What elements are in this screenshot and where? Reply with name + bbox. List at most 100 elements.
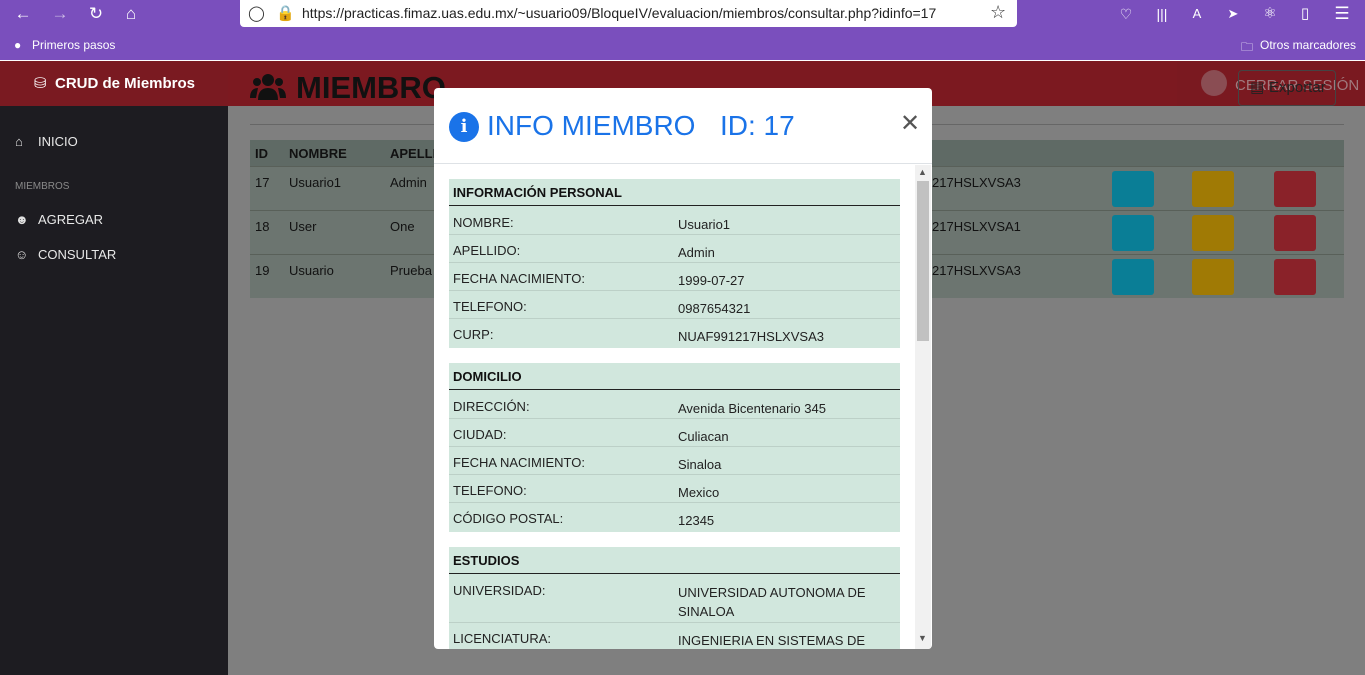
user-plus-icon: ☻ xyxy=(15,212,29,227)
cell-nombre: Usuario1 xyxy=(289,175,342,190)
sidebar-section-label: MIEMBROS xyxy=(15,181,70,192)
database-icon: ⛁ xyxy=(34,75,47,92)
modal-title: INFO MIEMBRO xyxy=(487,110,696,141)
url-bar[interactable]: ◯ 🔒 https://practicas.fimaz.uas.edu.mx/~… xyxy=(240,0,1017,27)
lock-icon: 🔒 xyxy=(276,5,295,22)
bookmarks-bar: ● Primeros pasos 🗀 Otros marcadores xyxy=(0,36,1365,58)
brand: ⛁ CRUD de Miembros xyxy=(0,61,228,106)
library-icon[interactable]: ||| xyxy=(1149,2,1175,26)
extensions-icon[interactable]: ▯ xyxy=(1292,2,1318,26)
delete-button[interactable] xyxy=(1274,215,1316,251)
back-icon[interactable]: ← xyxy=(10,2,36,26)
cell-curp: 217HSLXVSA3 xyxy=(932,175,1021,190)
firefox-icon: ● xyxy=(14,38,22,52)
info-row: CÓDIGO POSTAL: 12345 xyxy=(449,503,900,531)
info-key: TELEFONO: xyxy=(453,483,527,498)
delete-button[interactable] xyxy=(1274,171,1316,207)
cell-nombre: Usuario xyxy=(289,263,334,278)
member-info-modal: i INFO MIEMBRO ID: 17 ✕ INFORMACIÓN PERS… xyxy=(434,88,932,649)
info-value: Admin xyxy=(678,245,715,260)
scrollbar-thumb[interactable] xyxy=(917,181,929,341)
info-value: Mexico xyxy=(678,485,720,500)
modal-member-id: ID: 17 xyxy=(720,110,795,141)
reload-icon[interactable]: ↻ xyxy=(83,2,109,26)
sidebar-item-label: CONSULTAR xyxy=(38,247,117,262)
cell-curp: 217HSLXVSA3 xyxy=(932,263,1021,278)
info-key: UNIVERSIDAD: xyxy=(453,583,546,598)
info-row: FECHA NACIMIENTO: 1999-07-27 xyxy=(449,263,900,291)
menu-icon[interactable]: ☰ xyxy=(1329,2,1355,26)
info-row: UNIVERSIDAD: UNIVERSIDAD AUTONOMA DE SINA… xyxy=(449,575,900,623)
cell-curp: 217HSLXVSA1 xyxy=(932,219,1021,234)
info-row: FECHA NACIMIENTO: Sinaloa xyxy=(449,447,900,475)
info-value: 0987654321 xyxy=(678,301,751,316)
info-key: DIRECCIÓN: xyxy=(453,399,530,414)
cell-apellido: One xyxy=(390,219,415,234)
modal-scrollbar[interactable]: ▲ ▼ xyxy=(915,165,931,649)
home-icon[interactable]: ⌂ xyxy=(118,2,144,26)
info-key: APELLIDO: xyxy=(453,243,521,258)
export-button[interactable]: ▤ Exportar xyxy=(1238,70,1336,106)
pocket-icon[interactable]: ♡ xyxy=(1113,2,1139,26)
modal-body[interactable]: INFORMACIÓN PERSONAL NOMBRE: Usuario1 APE… xyxy=(434,164,932,649)
sidebar-item-label: INICIO xyxy=(38,134,78,149)
info-value: NUAF991217HSLXVSA3 xyxy=(678,329,824,344)
view-button[interactable] xyxy=(1112,171,1154,207)
info-value: 1999-07-27 xyxy=(678,273,745,288)
sidebar-item-inicio[interactable]: ⌂ INICIO xyxy=(0,129,228,155)
edit-button[interactable] xyxy=(1192,215,1234,251)
star-icon[interactable]: ☆ xyxy=(990,2,1006,23)
brand-label: CRUD de Miembros xyxy=(55,75,196,92)
info-value: 12345 xyxy=(678,513,715,528)
section-personal: INFORMACIÓN PERSONAL NOMBRE: Usuario1 APE… xyxy=(449,179,900,348)
section-estudios: ESTUDIOS UNIVERSIDAD: UNIVERSIDAD AUTONOM… xyxy=(449,547,900,649)
page-title: MIEMBRO xyxy=(296,70,446,105)
info-key: NOMBRE: xyxy=(453,215,514,230)
translate-icon[interactable]: A xyxy=(1184,2,1210,26)
sidebar-item-agregar[interactable]: ☻ AGREGAR xyxy=(0,207,228,233)
delete-button[interactable] xyxy=(1274,259,1316,295)
bookmark-otros-marcadores[interactable]: Otros marcadores xyxy=(1260,38,1356,52)
edit-button[interactable] xyxy=(1192,171,1234,207)
info-row: CURP: NUAF991217HSLXVSA3 xyxy=(449,319,900,347)
export-label: Exportar xyxy=(1269,79,1326,96)
info-key: LICENCIATURA: xyxy=(453,631,551,646)
cell-id: 19 xyxy=(255,263,270,278)
eyedropper-icon[interactable]: ➤ xyxy=(1220,2,1246,26)
col-nombre: NOMBRE xyxy=(289,146,347,161)
info-key: CÓDIGO POSTAL: xyxy=(453,511,564,526)
react-devtools-icon[interactable]: ⚛ xyxy=(1257,2,1283,26)
folder-icon: 🗀 xyxy=(1241,40,1254,54)
modal-header: i INFO MIEMBRO ID: 17 ✕ xyxy=(434,88,932,164)
cell-apellido: Prueba xyxy=(390,263,432,278)
col-apellido: APELLI xyxy=(390,146,437,161)
file-icon: ▤ xyxy=(1250,79,1265,96)
view-button[interactable] xyxy=(1112,259,1154,295)
info-value: UNIVERSIDAD AUTONOMA DE SINALOA xyxy=(678,585,866,619)
scroll-down-icon[interactable]: ▼ xyxy=(918,633,927,643)
users-icon: ☺ xyxy=(15,247,29,262)
cell-nombre: User xyxy=(289,219,317,234)
info-row: NOMBRE: Usuario1 xyxy=(449,207,900,235)
avatar xyxy=(1201,70,1227,96)
close-icon[interactable]: ✕ xyxy=(900,112,920,136)
scroll-up-icon[interactable]: ▲ xyxy=(918,167,927,177)
bookmark-primeros-pasos[interactable]: Primeros pasos xyxy=(32,38,115,52)
home-icon: ⌂ xyxy=(15,134,23,149)
cell-id: 18 xyxy=(255,219,270,234)
view-button[interactable] xyxy=(1112,215,1154,251)
info-row: DIRECCIÓN: Avenida Bicentenario 345 xyxy=(449,391,900,419)
cell-apellido: Admin xyxy=(390,175,427,190)
info-row: LICENCIATURA: INGENIERIA EN SISTEMAS DE xyxy=(449,623,900,649)
info-value: Culiacan xyxy=(678,429,729,444)
cell-id: 17 xyxy=(255,175,270,190)
section-domicilio: DOMICILIO DIRECCIÓN: Avenida Bicentenario… xyxy=(449,363,900,532)
info-row: APELLIDO: Admin xyxy=(449,235,900,263)
shield-icon: ◯ xyxy=(248,5,265,22)
info-row: TELEFONO: 0987654321 xyxy=(449,291,900,319)
info-key: CURP: xyxy=(453,327,494,342)
edit-button[interactable] xyxy=(1192,259,1234,295)
sidebar-item-consultar[interactable]: ☺ CONSULTAR xyxy=(0,242,228,268)
section-heading: INFORMACIÓN PERSONAL xyxy=(449,179,900,206)
forward-icon[interactable]: → xyxy=(47,2,73,26)
